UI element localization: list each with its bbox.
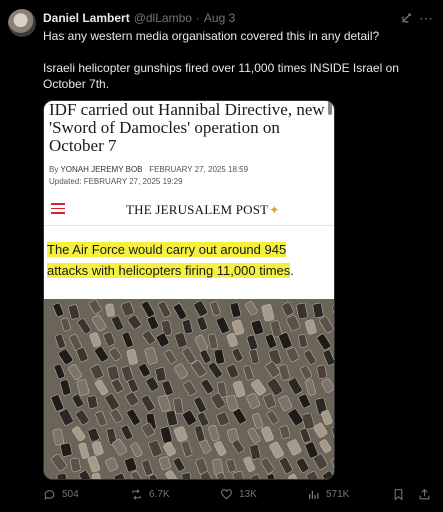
user-handle[interactable]: @dlLambo [134, 11, 192, 25]
quote-line2: attacks with helicopters firing 11,000 t… [47, 263, 291, 278]
media-card[interactable]: IDF carried out Hannibal Directive, new … [43, 100, 335, 480]
repost-button[interactable]: 6.7K [130, 488, 170, 501]
avatar[interactable] [8, 9, 36, 37]
like-count: 13K [239, 489, 257, 500]
repost-icon [132, 489, 141, 500]
action-bar: 504 6.7K 13K 571K [0, 488, 443, 508]
publication-name: THE JERUSALEM POST [126, 202, 269, 217]
views-button[interactable]: 571K [307, 488, 349, 501]
repost-count: 6.7K [149, 489, 170, 500]
article-published: FEBRUARY 27, 2025 18:59 [149, 165, 249, 174]
scrollbar [328, 101, 332, 115]
tweet-text-line1: Has any western media organisation cover… [43, 29, 380, 43]
bookmark-button[interactable] [392, 488, 405, 501]
like-button[interactable]: 13K [220, 488, 257, 501]
quote-end: . [290, 263, 294, 278]
article-headline: IDF carried out Hannibal Directive, new … [49, 100, 325, 155]
more-icon[interactable]: ⋯ [419, 10, 434, 27]
share-icon [419, 488, 430, 500]
reply-button[interactable]: 504 [43, 488, 79, 501]
reply-icon [44, 490, 55, 500]
divider [44, 225, 334, 226]
tweet-header: Daniel Lambert @dlLambo · Aug 3 [43, 10, 235, 26]
display-name[interactable]: Daniel Lambert [43, 11, 130, 25]
views-icon [309, 490, 319, 499]
like-icon [221, 489, 232, 500]
article-author: YONAH JEREMY BOB [60, 165, 143, 174]
quote-line1: The Air Force would carry out around 945 [47, 242, 287, 257]
grok-icon[interactable] [399, 11, 414, 26]
star-icon: ✦ [269, 203, 280, 217]
bookmark-icon [394, 489, 403, 501]
menu-icon [51, 203, 65, 214]
aerial-photo [44, 299, 334, 479]
views-count: 571K [326, 489, 350, 500]
separator: · [195, 11, 200, 25]
article-quote: The Air Force would carry out around 945… [47, 239, 332, 281]
byline-prefix: By [49, 165, 59, 174]
tweet-date[interactable]: Aug 3 [204, 11, 235, 25]
share-button[interactable] [418, 488, 431, 501]
updated-date: FEBRUARY 27, 2025 19:29 [83, 177, 183, 186]
tweet-text-line2: Israeli helicopter gunships fired over 1… [43, 61, 399, 91]
reply-count: 504 [62, 489, 79, 500]
article-updated: Updated: FEBRUARY 27, 2025 19:29 [49, 177, 183, 186]
article-screenshot: IDF carried out Hannibal Directive, new … [44, 101, 334, 294]
article-byline: By YONAH JEREMY BOB FEBRUARY 27, 2025 18… [49, 165, 248, 174]
updated-label: Updated: [49, 177, 82, 186]
publication-logo: THE JERUSALEM POST✦ [126, 202, 280, 218]
